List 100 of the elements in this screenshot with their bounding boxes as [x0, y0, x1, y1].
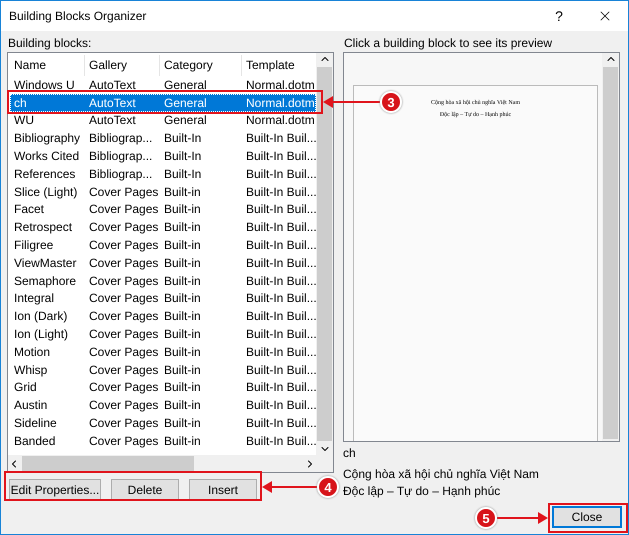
list-row[interactable]: Banded Cover Pages Built-in Built-In Buil... [10, 432, 316, 450]
dialog-button[interactable]: Insert [189, 479, 257, 501]
list-cell-text: Built-in [163, 362, 202, 377]
list-cell-text: Built-In Buil... [245, 238, 316, 252]
list-cell-text: Built-In Buil... [245, 344, 316, 359]
list-cell-text: Built-In Buil... [245, 291, 316, 306]
list-cell-text: AutoText [88, 96, 137, 110]
list-cell-text: Built-In Buil... [245, 202, 316, 216]
column-header[interactable]: Name [10, 55, 85, 76]
window-title: Building Blocks Organizer [9, 9, 148, 23]
list-row[interactable]: Slice (Light) Cover Pages Built-in Built-In Buil... [10, 182, 316, 201]
list-row[interactable]: Ion (Dark) Cover Pages Built-in Built-In Buil... [10, 307, 316, 326]
list-cell-text: Cover Pages [88, 398, 160, 412]
list-cell-text: Normal.dotm [245, 113, 316, 128]
list-cell-text: Built-In Buil... [245, 398, 316, 412]
list-row[interactable]: Retrospect Cover Pages Built-in Built-In Buil... [10, 218, 316, 236]
list-cell-text: Cover Pages [88, 202, 160, 216]
list-cell-text: Built-in [163, 398, 202, 412]
list-cell-text: Cover Pages [88, 220, 160, 234]
list-cell-text: Cover Pages [88, 327, 160, 342]
annotation-arrow [497, 512, 548, 524]
block-name: ch [343, 446, 357, 461]
list-cell-text: References [13, 166, 76, 181]
list-cell-text: Normal.dotm [245, 78, 316, 92]
list-cell-text: Built-in [163, 434, 202, 448]
list-cell-text: Normal.dotm [245, 96, 316, 110]
list-cell-text: Ion (Light) [13, 327, 70, 342]
vertical-scrollbar[interactable] [602, 53, 619, 441]
list-row[interactable]: ViewMaster Cover Pages Built-in Built-In Buil... [10, 254, 316, 272]
list-cell-text: Built-In Buil... [245, 149, 316, 164]
list-row[interactable]: Integral Cover Pages Built-in Built-In Buil... [10, 290, 316, 308]
list-row[interactable]: Whisp Cover Pages Built-in Built-In Buil... [10, 360, 316, 379]
horizontal-scrollbar[interactable] [8, 455, 316, 472]
list-cell-text: Built-in [163, 184, 202, 199]
list-cell-text: Built-In Buil... [245, 220, 316, 234]
list-cell-text: General [163, 96, 208, 110]
column-header[interactable]: Gallery [85, 55, 160, 76]
list-cell-text: Built-In [163, 131, 202, 146]
list-cell-text: Windows U [13, 78, 76, 92]
list-cell-text: General [163, 78, 208, 92]
block-description: Cộng hòa xã hội chủ nghĩa Việt Nam [343, 467, 540, 482]
list-row[interactable]: Works Cited Bibliograp... Built-In Built-In Buil... [10, 147, 316, 165]
list-cell-text: Built-In Buil... [245, 434, 316, 448]
list-cell-text: Grid [13, 380, 38, 394]
list-cell-text: Motion [13, 344, 52, 359]
list-row[interactable]: Grid Cover Pages Built-in Built-In Buil... [10, 378, 316, 396]
list-cell-text: Built-In Buil... [245, 256, 316, 270]
list-cell-text: WU [13, 113, 35, 128]
list-cell-text: Cover Pages [88, 274, 160, 288]
list-cell-text: Bibliograp... [88, 166, 154, 181]
vertical-scrollbar[interactable] [316, 53, 333, 455]
list-cell-text: Cover Pages [88, 184, 160, 199]
list-cell-text: Cover Pages [88, 309, 160, 324]
list-cell-text: ViewMaster [13, 256, 78, 270]
list-cell-text: Works Cited [13, 149, 80, 164]
help-button[interactable]: ? [536, 1, 582, 31]
list-row[interactable]: Semaphore Cover Pages Built-in Built-In Buil... [10, 272, 316, 290]
step-number: 4 [317, 476, 339, 498]
dialog-button[interactable]: Delete [111, 479, 179, 501]
list-row[interactable]: Filigree Cover Pages Built-in Built-In Buil... [10, 236, 316, 254]
list-row[interactable]: Motion Cover Pages Built-in Built-In Buil... [10, 342, 316, 361]
list-cell-text: Built-in [163, 220, 202, 234]
list-cell-text: Built-in [163, 291, 202, 306]
list-cell-text: Built-In Buil... [245, 327, 316, 342]
list-cell-text: Cover Pages [88, 238, 160, 252]
list-row[interactable]: Ion (Light) Cover Pages Built-in Built-In Buil... [10, 325, 316, 343]
list-cell-text: Built-in [163, 327, 202, 342]
list-row[interactable]: WU AutoText General Normal.dotm [10, 112, 316, 130]
list-row[interactable]: ch AutoText General Normal.dotm [10, 94, 316, 112]
list-cell-text: Ion (Dark) [13, 309, 68, 324]
list-cell-text: Bibliograp... [88, 131, 154, 146]
list-cell-text: Semaphore [13, 274, 78, 288]
list-cell-text: Built-In Buil... [245, 362, 316, 377]
list-cell-text: Filigree [13, 238, 54, 252]
step-number: 5 [475, 507, 497, 529]
dialog-button[interactable]: Edit Properties... [9, 479, 101, 501]
list-cell-text: Built-in [163, 238, 202, 252]
list-cell-text: Sideline [13, 416, 58, 430]
annotation-arrow [262, 481, 318, 493]
list-cell-text: Cover Pages [88, 291, 160, 306]
list-row[interactable]: Sideline Cover Pages Built-in Built-In Buil... [10, 414, 316, 432]
list-cell-text: Facet [13, 202, 46, 216]
list-cell-text: Built-In Buil... [245, 380, 316, 394]
list-cell-text: Cover Pages [88, 256, 160, 270]
list-cell-text: Built-in [163, 256, 202, 270]
list-row[interactable]: Austin Cover Pages Built-in Built-In Buil... [10, 396, 316, 414]
list-cell-text: Austin [13, 398, 48, 412]
list-row[interactable]: References Bibliograp... Built-In Built-In Buil... [10, 164, 316, 183]
list-cell-text: Built-In Buil... [245, 166, 316, 181]
list-cell-text: Banded [13, 434, 56, 448]
list-row[interactable]: Facet Cover Pages Built-in Built-In Buil... [10, 200, 316, 218]
list-cell-text: ch [13, 96, 28, 110]
close-dialog-button[interactable]: Close [552, 506, 622, 528]
list-cell-text: Cover Pages [88, 434, 160, 448]
list-cell-text: Built-in [163, 416, 202, 430]
list-cell-text: Cover Pages [88, 362, 160, 377]
list-cell-text: AutoText [88, 113, 137, 128]
column-header[interactable]: Category [160, 55, 242, 76]
list-row[interactable]: Bibliography Bibliograp... Built-In Built-In Buil... [10, 129, 316, 148]
list-row[interactable]: Windows U AutoText General Normal.dotm [10, 76, 316, 94]
